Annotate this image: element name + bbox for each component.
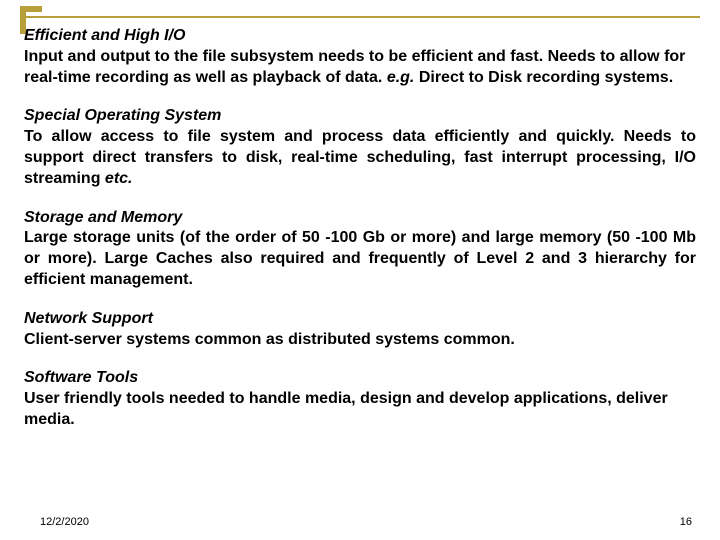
heading-io: Efficient and High I/O — [24, 26, 696, 47]
footer: 12/2/2020 16 — [0, 510, 720, 528]
body-io-post: Direct to Disk recording systems. — [414, 69, 673, 86]
body-storage-pre: Large storage units (of the order of 50 … — [24, 229, 696, 288]
section-io: Efficient and High I/O Input and output … — [24, 26, 696, 88]
body-os: To allow access to file system and proce… — [24, 127, 696, 189]
section-software: Software Tools User friendly tools neede… — [24, 368, 696, 430]
body-software-pre: User friendly tools needed to handle med… — [24, 390, 668, 428]
body-network-pre: Client-server systems common as distribu… — [24, 331, 515, 348]
body-network: Client-server systems common as distribu… — [24, 330, 696, 351]
footer-date: 12/2/2020 — [40, 516, 89, 528]
section-storage: Storage and Memory Large storage units (… — [24, 208, 696, 291]
body-storage: Large storage units (of the order of 50 … — [24, 228, 696, 290]
slide: Efficient and High I/O Input and output … — [0, 0, 720, 540]
content-area: Efficient and High I/O Input and output … — [24, 26, 696, 500]
section-os: Special Operating System To allow access… — [24, 106, 696, 189]
heading-software: Software Tools — [24, 368, 696, 389]
heading-network: Network Support — [24, 309, 696, 330]
heading-storage: Storage and Memory — [24, 208, 696, 229]
heading-os: Special Operating System — [24, 106, 696, 127]
rule-top — [20, 16, 700, 18]
body-io: Input and output to the file subsystem n… — [24, 47, 696, 89]
body-io-eg: e.g. — [387, 69, 415, 86]
footer-page-number: 16 — [680, 516, 692, 528]
body-os-eg: etc. — [105, 170, 133, 187]
body-software: User friendly tools needed to handle med… — [24, 389, 696, 431]
section-network: Network Support Client-server systems co… — [24, 309, 696, 351]
